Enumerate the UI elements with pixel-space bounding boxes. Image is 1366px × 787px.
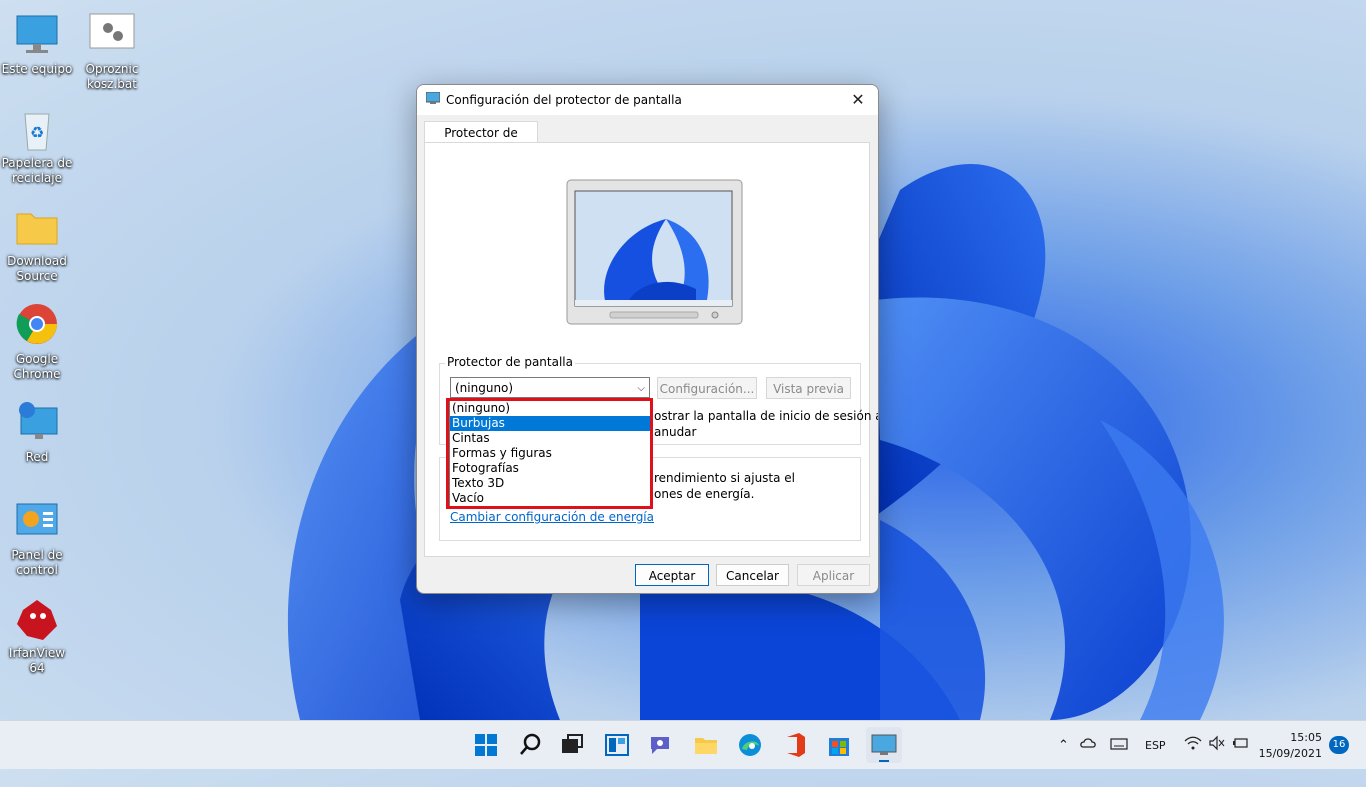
desktop-icon-label: Panel de control [11,548,63,577]
settings-button[interactable]: Configuración... [657,377,757,399]
desktop-icon-label: Red [25,450,49,464]
clock-date: 15/09/2021 [1258,747,1322,760]
monitor-icon [13,12,61,60]
dropdown-option-ribbons[interactable]: Cintas [450,431,650,446]
resume-text-line2: anudar [654,425,697,439]
screensaver-dropdown-list: (ninguno) Burbujas Cintas Formas y figur… [449,400,651,508]
desktop-icon-label: Este equipo [1,62,73,76]
desktop-icon-google-chrome[interactable]: Google Chrome [0,302,74,382]
network-icon [13,400,61,448]
screensaver-select[interactable]: (ninguno) ⌵ [450,377,650,398]
dialog-title: Configuración del protector de pantalla [446,93,682,107]
control-panel-icon [13,498,61,546]
screensaver-settings-dialog: Configuración del protector de pantalla … [416,84,879,594]
desktop-icon-irfanview[interactable]: IrfanView 64 [0,596,74,676]
dropdown-option-none[interactable]: (ninguno) [450,401,650,416]
language-indicator[interactable]: ESP [1145,739,1166,787]
power-text-line1: rendimiento si ajusta el [654,471,796,485]
file-explorer-icon[interactable] [692,731,720,759]
chrome-icon [13,302,61,350]
apply-button[interactable]: Aplicar [797,564,870,586]
dropdown-option-3d-text[interactable]: Texto 3D [450,476,650,491]
ok-button[interactable]: Aceptar [635,564,709,586]
clock-time: 15:05 [1290,731,1322,744]
folder-icon [13,204,61,252]
screensaver-group-title: Protector de pantalla [445,355,575,369]
desktop-icon-recycle-bin[interactable]: ♻ Papelera de reciclaje [0,106,74,186]
irfanview-icon [13,596,61,644]
chevron-down-icon: ⌵ [637,383,645,394]
volume-muted-icon[interactable] [1208,735,1226,783]
task-view-icon[interactable] [558,731,586,759]
dropdown-option-blank[interactable]: Vacío [450,491,650,506]
search-icon[interactable] [516,731,544,759]
onedrive-icon[interactable] [1080,735,1098,783]
svg-text:♻: ♻ [30,123,44,142]
power-settings-link[interactable]: Cambiar configuración de energía [450,510,654,524]
desktop-icon-control-panel[interactable]: Panel de control [0,498,74,578]
keyboard-icon[interactable] [1110,737,1128,785]
preview-button[interactable]: Vista previa [766,377,851,399]
office-icon[interactable] [781,731,809,759]
taskbar-clock[interactable]: 15:05 15/09/2021 [1259,730,1322,762]
monitor-preview [566,179,743,325]
dropdown-option-photos[interactable]: Fotografías [450,461,650,476]
dialog-titlebar[interactable]: Configuración del protector de pantalla … [417,85,878,115]
desktop-icon-download-source[interactable]: Download Source [0,204,74,284]
desktop-icon-label: IrfanView 64 [8,646,66,675]
battery-icon[interactable] [1232,735,1250,783]
taskbar: ⌃ ESP 15:05 15/09/2021 16 [0,720,1366,769]
power-text-line2: ones de energía. [654,487,755,501]
dropdown-option-shapes[interactable]: Formas y figuras [450,446,650,461]
wifi-icon[interactable] [1184,735,1202,783]
desktop-icon-batch-file[interactable]: Oproznic kosz.bat [75,12,149,92]
dropdown-option-bubbles[interactable]: Burbujas [450,416,650,431]
desktop-icon-label: Google Chrome [13,352,61,381]
resume-text-line1: ostrar la pantalla de inicio de sesión a… [654,409,879,423]
widgets-icon[interactable] [603,731,631,759]
cancel-button[interactable]: Cancelar [716,564,789,586]
tab-screensaver[interactable]: Protector de pantalla [424,121,538,162]
edge-icon[interactable] [736,731,764,759]
desktop-icon-label: Papelera de reciclaje [1,156,73,185]
gear-file-icon [88,12,136,60]
close-icon[interactable]: ✕ [846,89,870,111]
notification-badge[interactable]: 16 [1329,736,1349,754]
recycle-bin-icon: ♻ [13,106,61,154]
screensaver-taskbar-icon[interactable] [866,727,902,763]
screensaver-app-icon [425,91,441,104]
store-icon[interactable] [825,731,853,759]
desktop-icon-this-pc[interactable]: Este equipo [0,12,74,77]
windows-start-icon[interactable] [472,731,500,759]
screensaver-select-value: (ninguno) [455,381,514,395]
show-hidden-icons-icon[interactable]: ⌃ [1058,738,1069,786]
chat-icon[interactable] [647,731,675,759]
desktop-icon-label: Download Source [7,254,67,283]
desktop-icon-label: Oproznic kosz.bat [85,62,139,91]
desktop-icon-network[interactable]: Red [0,400,74,465]
